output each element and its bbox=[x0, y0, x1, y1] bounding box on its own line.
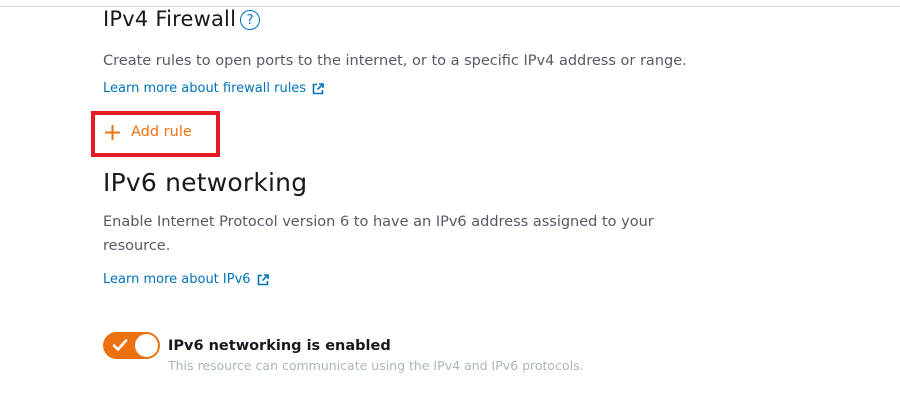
ipv4-description: Create rules to open ports to the intern… bbox=[103, 53, 687, 69]
ipv4-header: IPv4 Firewall ? bbox=[103, 6, 261, 32]
add-rule-label: Add rule bbox=[131, 124, 192, 140]
learn-more-firewall-label: Learn more about firewall rules bbox=[103, 81, 307, 96]
ipv4-title: IPv4 Firewall bbox=[103, 7, 237, 31]
ipv6-toggle-label: IPv6 networking is enabled bbox=[168, 338, 391, 354]
ipv6-toggle-sublabel: This resource can communicate using the … bbox=[168, 358, 584, 373]
external-link-icon bbox=[312, 83, 324, 95]
firewall-networking-panel: IPv4 Firewall ? Create rules to open por… bbox=[0, 0, 900, 406]
ipv6-toggle[interactable] bbox=[103, 332, 160, 359]
plus-icon bbox=[105, 124, 120, 140]
add-rule-button[interactable]: Add rule bbox=[104, 122, 192, 142]
learn-more-ipv6-link[interactable]: Learn more about IPv6 bbox=[103, 272, 269, 288]
ipv6-description: Enable Internet Protocol version 6 to ha… bbox=[103, 214, 654, 254]
ipv6-title: IPv6 networking bbox=[103, 168, 308, 197]
learn-more-firewall-link[interactable]: Learn more about firewall rules bbox=[103, 81, 324, 97]
check-icon bbox=[112, 339, 128, 351]
external-link-icon bbox=[257, 274, 269, 286]
learn-more-ipv6-label: Learn more about IPv6 bbox=[103, 272, 251, 287]
help-circle-icon[interactable]: ? bbox=[240, 10, 261, 30]
toggle-knob bbox=[135, 334, 158, 357]
